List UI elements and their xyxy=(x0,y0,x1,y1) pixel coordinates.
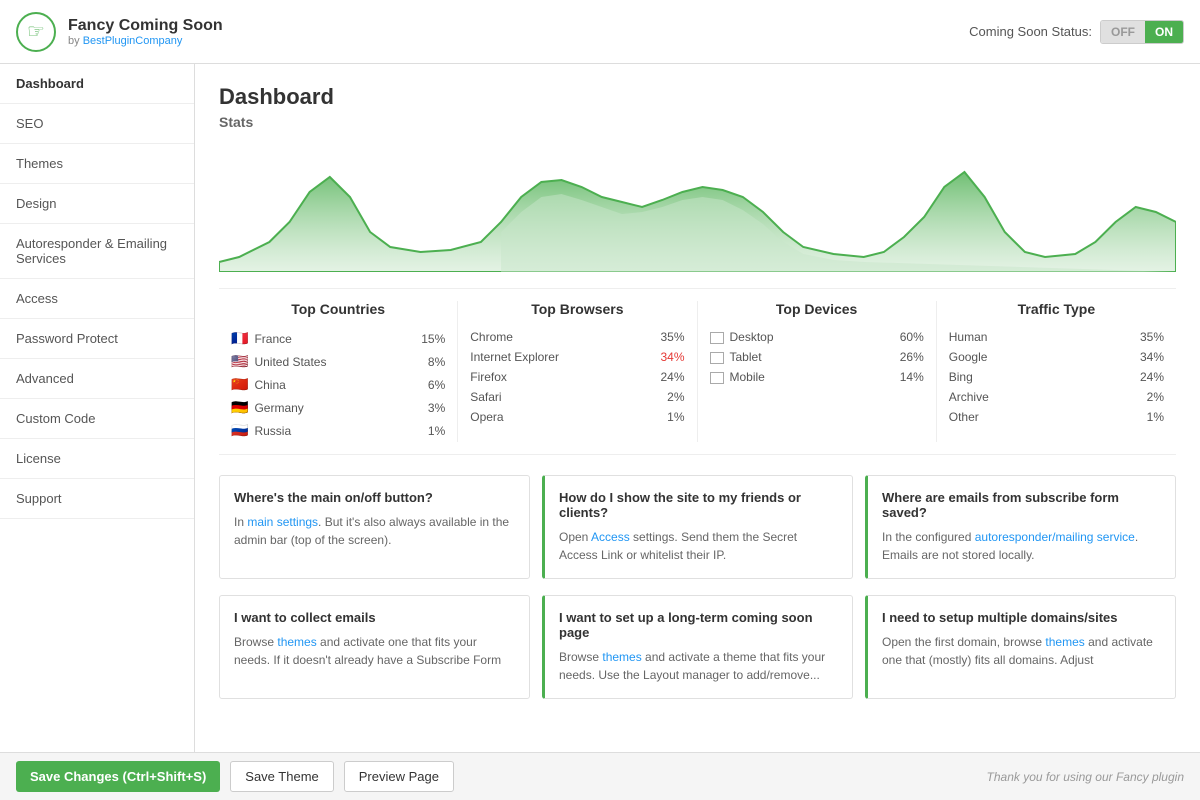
top-devices-title: Top Devices xyxy=(710,301,924,317)
app-title: Fancy Coming Soon xyxy=(68,17,223,35)
table-row: 🇫🇷France15% xyxy=(231,327,445,350)
traffic-type-title: Traffic Type xyxy=(949,301,1164,317)
sidebar-item-support[interactable]: Support xyxy=(0,479,194,519)
info-card: I want to set up a long-term coming soon… xyxy=(542,595,853,699)
device-rows: Desktop60%Tablet26%Mobile14% xyxy=(710,327,924,387)
preview-page-button[interactable]: Preview Page xyxy=(344,761,454,792)
card-text: Open Access settings. Send them the Secr… xyxy=(559,528,838,564)
stats-grid: Top Countries 🇫🇷France15%🇺🇸United States… xyxy=(219,288,1176,455)
sidebar-item-dashboard[interactable]: Dashboard xyxy=(0,64,194,104)
sidebar-item-password[interactable]: Password Protect xyxy=(0,319,194,359)
page-title: Dashboard xyxy=(219,84,1176,110)
cards-row-1: Where's the main on/off button? In main … xyxy=(219,475,1176,579)
sidebar-item-custom-code[interactable]: Custom Code xyxy=(0,399,194,439)
save-changes-button[interactable]: Save Changes (Ctrl+Shift+S) xyxy=(16,761,220,792)
table-row: Tablet26% xyxy=(710,347,924,367)
sidebar-item-advanced[interactable]: Advanced xyxy=(0,359,194,399)
card-link[interactable]: Access xyxy=(591,530,630,544)
app-subtitle: by BestPluginCompany xyxy=(68,35,223,47)
info-card: I want to collect emails Browse themes a… xyxy=(219,595,530,699)
info-card: Where's the main on/off button? In main … xyxy=(219,475,530,579)
card-title: Where's the main on/off button? xyxy=(234,490,515,505)
browser-rows: Chrome35%Internet Explorer34%Firefox24%S… xyxy=(470,327,684,427)
card-link[interactable]: main settings xyxy=(247,515,318,529)
card-title: How do I show the site to my friends or … xyxy=(559,490,838,520)
info-card: Where are emails from subscribe form sav… xyxy=(865,475,1176,579)
save-theme-button[interactable]: Save Theme xyxy=(230,761,333,792)
main-content: Dashboard Stats Top Countries 🇫 xyxy=(195,64,1200,752)
top-devices-col: Top Devices Desktop60%Tablet26%Mobile14% xyxy=(698,301,937,442)
stats-subtitle: Stats xyxy=(219,114,1176,130)
card-title: I want to set up a long-term coming soon… xyxy=(559,610,838,640)
table-row: Opera1% xyxy=(470,407,684,427)
table-row: Other1% xyxy=(949,407,1164,427)
toggle-off-label[interactable]: OFF xyxy=(1101,21,1145,43)
header-right: Coming Soon Status: OFF ON xyxy=(969,20,1184,44)
table-row: Google34% xyxy=(949,347,1164,367)
coming-soon-toggle[interactable]: OFF ON xyxy=(1100,20,1184,44)
top-countries-title: Top Countries xyxy=(231,301,445,317)
card-title: I need to setup multiple domains/sites xyxy=(882,610,1161,625)
sidebar-item-seo[interactable]: SEO xyxy=(0,104,194,144)
device-icon xyxy=(710,352,724,364)
app-info: Fancy Coming Soon by BestPluginCompany xyxy=(68,17,223,47)
traffic-rows: Human35%Google34%Bing24%Archive2%Other1% xyxy=(949,327,1164,427)
top-browsers-col: Top Browsers Chrome35%Internet Explorer3… xyxy=(458,301,697,442)
table-row: Desktop60% xyxy=(710,327,924,347)
table-row: 🇩🇪Germany3% xyxy=(231,396,445,419)
card-link[interactable]: themes xyxy=(602,650,641,664)
subtitle-prefix: by xyxy=(68,35,83,47)
plugin-company-link[interactable]: BestPluginCompany xyxy=(83,35,183,47)
status-label: Coming Soon Status: xyxy=(969,24,1092,39)
top-countries-col: Top Countries 🇫🇷France15%🇺🇸United States… xyxy=(219,301,458,442)
device-icon xyxy=(710,372,724,384)
footer: Save Changes (Ctrl+Shift+S) Save Theme P… xyxy=(0,752,1200,800)
info-card: How do I show the site to my friends or … xyxy=(542,475,853,579)
table-row: Internet Explorer34% xyxy=(470,347,684,367)
app-logo: ☞ xyxy=(16,12,56,52)
table-row: Human35% xyxy=(949,327,1164,347)
card-title: I want to collect emails xyxy=(234,610,515,625)
table-row: Archive2% xyxy=(949,387,1164,407)
country-rows: 🇫🇷France15%🇺🇸United States8%🇨🇳China6%🇩🇪G… xyxy=(231,327,445,442)
card-text: In main settings. But it's also always a… xyxy=(234,513,515,549)
sidebar-item-design[interactable]: Design xyxy=(0,184,194,224)
header-left: ☞ Fancy Coming Soon by BestPluginCompany xyxy=(16,12,223,52)
card-title: Where are emails from subscribe form sav… xyxy=(882,490,1161,520)
card-link[interactable]: autoresponder/mailing service xyxy=(975,530,1135,544)
card-text: Open the first domain, browse themes and… xyxy=(882,633,1161,669)
table-row: 🇺🇸United States8% xyxy=(231,350,445,373)
table-row: 🇨🇳China6% xyxy=(231,373,445,396)
device-icon xyxy=(710,332,724,344)
sidebar-item-license[interactable]: License xyxy=(0,439,194,479)
sidebar-item-autoresponder[interactable]: Autoresponder & Emailing Services xyxy=(0,224,194,279)
card-link[interactable]: themes xyxy=(277,635,316,649)
top-browsers-title: Top Browsers xyxy=(470,301,684,317)
card-text: Browse themes and activate one that fits… xyxy=(234,633,515,669)
toggle-on-label[interactable]: ON xyxy=(1145,21,1183,43)
table-row: Mobile14% xyxy=(710,367,924,387)
table-row: 🇷🇺Russia1% xyxy=(231,419,445,442)
header: ☞ Fancy Coming Soon by BestPluginCompany… xyxy=(0,0,1200,64)
card-text: In the configured autoresponder/mailing … xyxy=(882,528,1161,564)
table-row: Safari2% xyxy=(470,387,684,407)
sidebar-item-access[interactable]: Access xyxy=(0,279,194,319)
card-text: Browse themes and activate a theme that … xyxy=(559,648,838,684)
traffic-type-col: Traffic Type Human35%Google34%Bing24%Arc… xyxy=(937,301,1176,442)
table-row: Bing24% xyxy=(949,367,1164,387)
cards-row-2: I want to collect emails Browse themes a… xyxy=(219,595,1176,699)
info-card: I need to setup multiple domains/sites O… xyxy=(865,595,1176,699)
card-link[interactable]: themes xyxy=(1045,635,1084,649)
table-row: Chrome35% xyxy=(470,327,684,347)
table-row: Firefox24% xyxy=(470,367,684,387)
layout: DashboardSEOThemesDesignAutoresponder & … xyxy=(0,64,1200,752)
stats-chart xyxy=(219,142,1176,272)
footer-thanks: Thank you for using our Fancy plugin xyxy=(987,770,1184,784)
sidebar-item-themes[interactable]: Themes xyxy=(0,144,194,184)
sidebar: DashboardSEOThemesDesignAutoresponder & … xyxy=(0,64,195,752)
